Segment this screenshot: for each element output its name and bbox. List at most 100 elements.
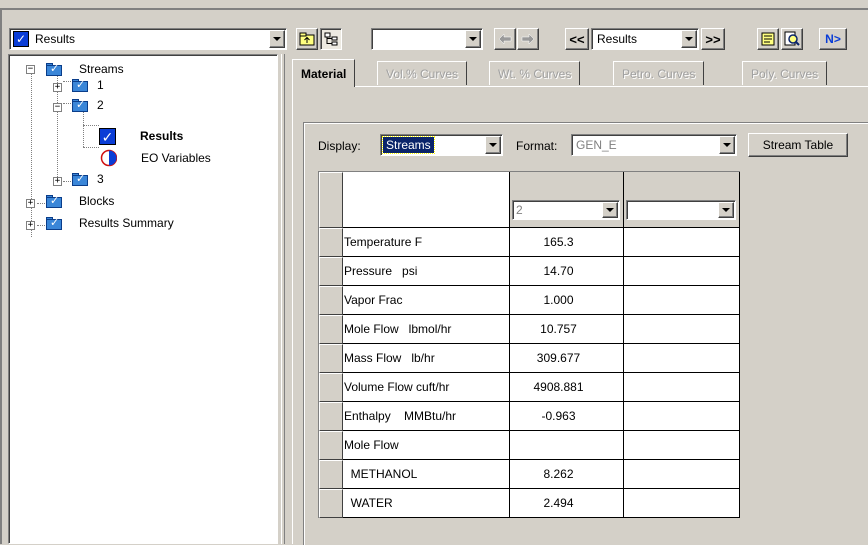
stream-table-button[interactable]: Stream Table — [748, 133, 848, 157]
tree-item-results[interactable]: ✓ Results — [99, 127, 183, 145]
window-left-edge — [0, 8, 2, 544]
tree-view-button[interactable] — [320, 28, 342, 50]
row-header[interactable] — [319, 373, 343, 402]
row-label: Mass Flow lb/hr — [343, 344, 510, 373]
row-header[interactable] — [319, 315, 343, 344]
next-form-button[interactable]: >> — [701, 28, 725, 50]
splitter[interactable] — [281, 54, 285, 544]
row-header[interactable] — [319, 286, 343, 315]
check-icon: ✓ — [99, 127, 116, 145]
tab-petro-curves[interactable]: Petro. Curves — [613, 61, 705, 85]
chevron-down-icon[interactable] — [485, 136, 501, 154]
format-dropdown[interactable]: GEN_E — [571, 134, 737, 156]
tree-item-results-summary[interactable]: ✓ Results Summary — [45, 215, 174, 231]
tree-line — [63, 181, 71, 182]
chevron-down-icon[interactable] — [602, 202, 618, 218]
folder-up-button[interactable] — [296, 28, 318, 50]
stream-selector-2[interactable] — [626, 200, 736, 220]
next-button[interactable]: N> — [819, 28, 847, 50]
row-label: Enthalpy MMBtu/hr — [343, 402, 510, 431]
row-value-2[interactable] — [624, 460, 740, 489]
row-value[interactable]: 10.757 — [510, 315, 624, 344]
row-header[interactable] — [319, 489, 343, 518]
row-value-2[interactable] — [624, 402, 740, 431]
tree-line — [63, 81, 71, 82]
toolbar-combo[interactable] — [371, 28, 483, 50]
tab-material[interactable]: Material — [292, 59, 356, 87]
grid-corner — [319, 172, 343, 228]
forward-button[interactable] — [517, 28, 539, 50]
navigator-dropdown[interactable]: ✓ Results — [9, 28, 287, 50]
row-value-2[interactable] — [624, 373, 740, 402]
tab-label: Poly. Curves — [751, 66, 819, 81]
tab-wt-curves[interactable]: Wt. % Curves — [489, 61, 581, 85]
row-label: Mole Flow lbmol/hr — [343, 315, 510, 344]
row-header[interactable] — [319, 257, 343, 286]
row-value[interactable]: 8.262 — [510, 460, 624, 489]
folder-check-icon: ✓ — [45, 62, 63, 76]
row-value-2[interactable] — [624, 489, 740, 518]
expand-icon[interactable]: + — [53, 177, 62, 186]
chevron-down-icon[interactable] — [681, 30, 697, 48]
row-value[interactable]: 4908.881 — [510, 373, 624, 402]
row-value[interactable] — [510, 431, 624, 460]
chevron-down-icon[interactable] — [719, 136, 735, 154]
tree-item-stream-3[interactable]: ✓ 3 — [71, 171, 104, 187]
row-value[interactable]: 165.3 — [510, 228, 624, 257]
chevron-down-icon[interactable] — [269, 30, 285, 48]
row-header[interactable] — [319, 431, 343, 460]
tree-line — [83, 125, 99, 126]
tree-item-blocks[interactable]: ✓ Blocks — [45, 193, 114, 209]
previous-form-button[interactable]: << — [565, 28, 589, 50]
row-label: Volume Flow cuft/hr — [343, 373, 510, 402]
tree-item-label: 1 — [97, 78, 104, 92]
display-label: Display: — [318, 139, 361, 153]
row-value-2[interactable] — [624, 431, 740, 460]
tree-item-eo-variables[interactable]: EO Variables — [99, 149, 211, 167]
expand-icon[interactable]: + — [26, 199, 35, 208]
row-value-2[interactable] — [624, 228, 740, 257]
row-value-2[interactable] — [624, 315, 740, 344]
results-grid[interactable]: 2 Temperature F 165.3 Pressure psi 14.70 Vap… — [318, 171, 740, 518]
tree-item-label: 3 — [97, 172, 104, 186]
chevron-down-icon[interactable] — [465, 30, 481, 48]
results-combo[interactable]: Results — [591, 28, 699, 50]
tree-item-streams[interactable]: ✓ Streams — [45, 61, 124, 77]
next-form-label: >> — [705, 31, 721, 47]
tree-item-stream-1[interactable]: ✓ 1 — [71, 77, 104, 93]
format-dropdown-value: GEN_E — [576, 138, 617, 152]
row-value[interactable]: 1.000 — [510, 286, 624, 315]
row-header[interactable] — [319, 460, 343, 489]
collapse-icon[interactable]: − — [53, 103, 62, 112]
tab-vol-curves[interactable]: Vol.% Curves — [377, 61, 468, 85]
chevron-down-icon[interactable] — [718, 202, 734, 218]
row-label: WATER — [343, 489, 510, 518]
stream-selector[interactable]: 2 — [512, 200, 620, 220]
grid-header-label — [343, 172, 510, 228]
row-value-2[interactable] — [624, 286, 740, 315]
row-header[interactable] — [319, 402, 343, 431]
tab-poly-curves[interactable]: Poly. Curves — [742, 61, 828, 85]
navigator-dropdown-value: Results — [35, 32, 76, 46]
tree-line — [31, 73, 32, 237]
navigation-tree[interactable]: − ✓ Streams + ✓ 1 − ✓ 2 ✓ Results EO Var… — [8, 54, 278, 544]
row-header[interactable] — [319, 228, 343, 257]
comments-button[interactable] — [757, 28, 779, 50]
tree-item-stream-2[interactable]: ✓ 2 — [71, 97, 104, 113]
expand-icon[interactable]: + — [26, 221, 35, 230]
status-button[interactable] — [781, 28, 803, 50]
collapse-icon[interactable]: − — [26, 65, 35, 74]
row-value-2[interactable] — [624, 257, 740, 286]
display-dropdown[interactable]: Streams — [380, 134, 503, 156]
back-button[interactable] — [494, 28, 516, 50]
format-label: Format: — [516, 139, 558, 153]
row-value-2[interactable] — [624, 344, 740, 373]
results-combo-value: Results — [597, 32, 638, 46]
row-header[interactable] — [319, 344, 343, 373]
row-value[interactable]: 14.70 — [510, 257, 624, 286]
expand-icon[interactable]: + — [53, 83, 62, 92]
stream-selector-value: 2 — [516, 203, 523, 217]
row-value[interactable]: 309.677 — [510, 344, 624, 373]
row-value[interactable]: -0.963 — [510, 402, 624, 431]
row-value[interactable]: 2.494 — [510, 489, 624, 518]
